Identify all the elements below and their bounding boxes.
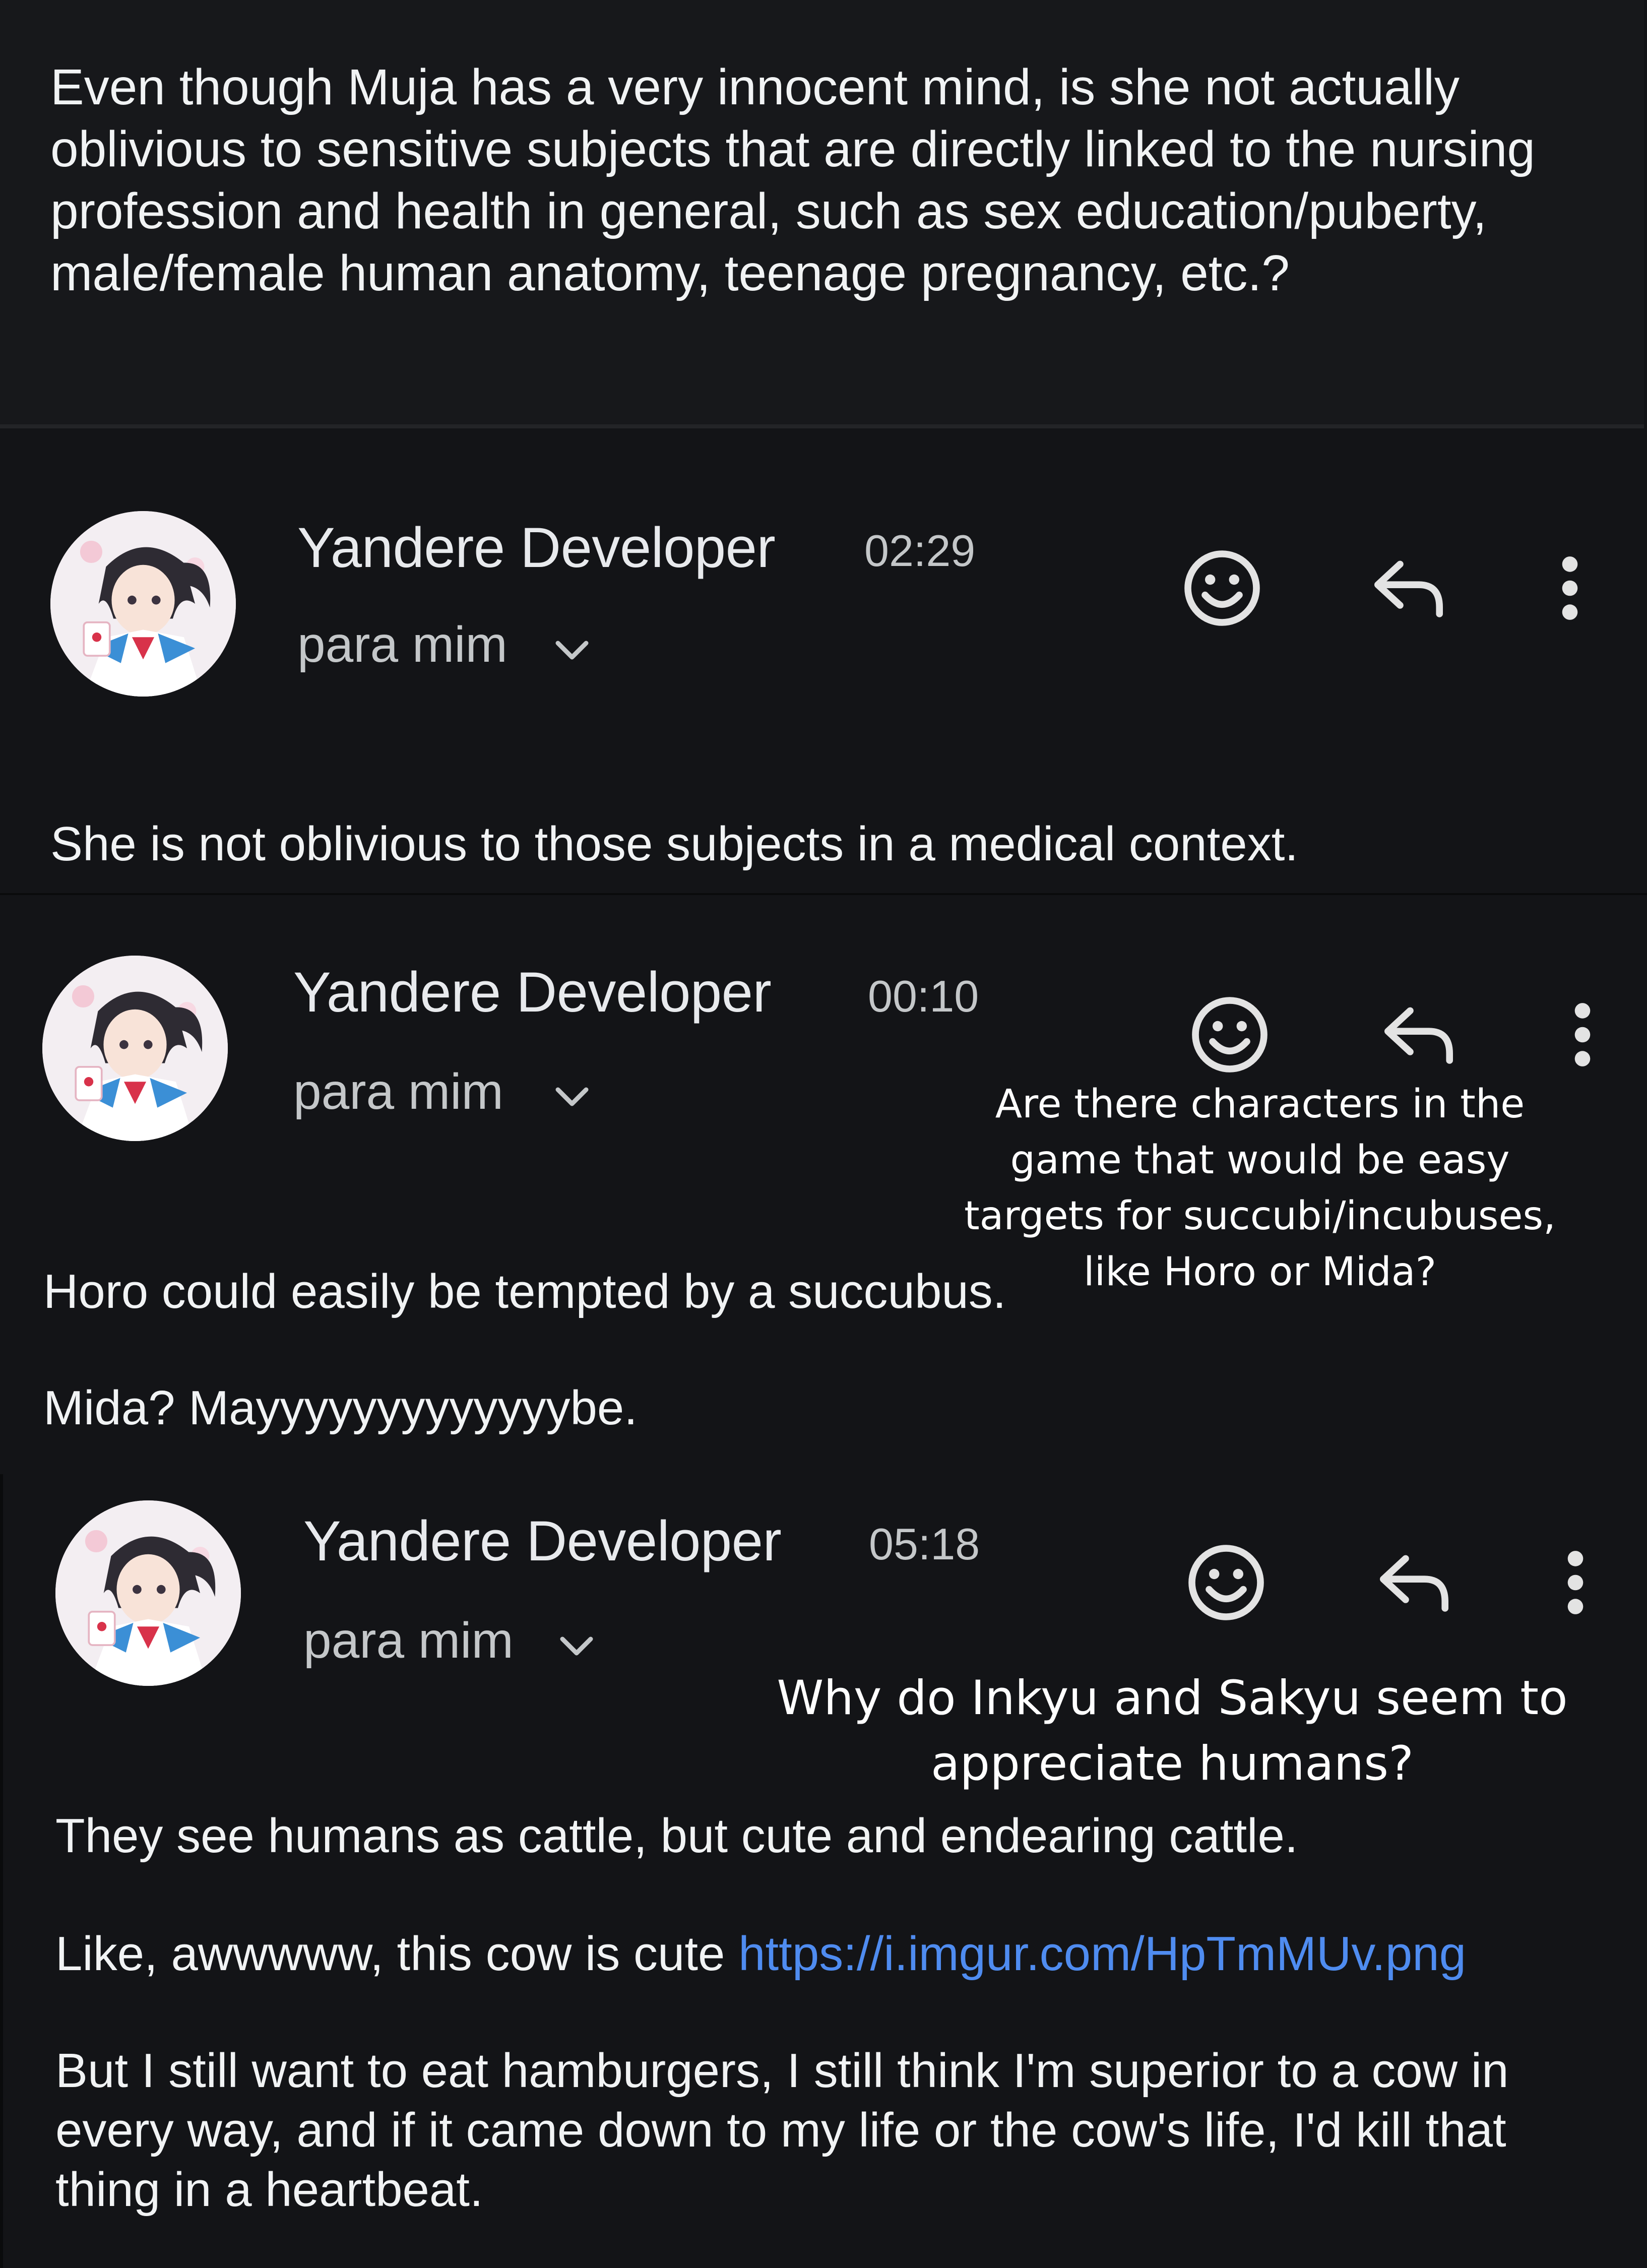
message-body: They see humans as cattle, but cute and … bbox=[55, 1809, 1298, 1863]
chevron-down-icon[interactable] bbox=[552, 1083, 592, 1113]
timestamp: 02:29 bbox=[864, 526, 976, 576]
reply-icon[interactable] bbox=[1366, 545, 1451, 631]
message-body-line: Like, awwwww, this cow is cute https://i… bbox=[55, 1926, 1466, 1982]
email-message-3: Yandere Developer 05:18 para mim Why do … bbox=[0, 1474, 1647, 2268]
question-caption: Are there characters in the game that wo… bbox=[964, 1082, 1556, 1295]
emoji-reaction-icon[interactable] bbox=[1183, 1540, 1269, 1625]
message-body: She is not oblivious to those subjects i… bbox=[50, 817, 1299, 871]
question-caption: Why do Inkyu and Sakyu seem to appreciat… bbox=[777, 1671, 1568, 1791]
question-panel: Even though Muja has a very innocent min… bbox=[0, 0, 1644, 428]
sender-name: Yandere Developer bbox=[293, 961, 772, 1024]
reply-icon[interactable] bbox=[1371, 1540, 1457, 1625]
recipient-label[interactable]: para mim bbox=[297, 616, 508, 674]
more-options-icon[interactable] bbox=[1527, 545, 1613, 631]
message-text: Like, awwwww, this cow is cute bbox=[55, 1927, 725, 1981]
avatar-image bbox=[42, 956, 228, 1141]
image-link[interactable]: https://i.imgur.com/HpTmMUv.png bbox=[738, 1927, 1466, 1981]
recipient-label[interactable]: para mim bbox=[303, 1612, 514, 1670]
question-text: Even though Muja has a very innocent min… bbox=[50, 59, 1535, 301]
email-message-1: Yandere Developer 02:29 para mim She is … bbox=[0, 429, 1644, 893]
avatar[interactable] bbox=[55, 1500, 241, 1686]
more-options-icon[interactable] bbox=[1533, 1540, 1618, 1625]
avatar-image bbox=[55, 1500, 241, 1686]
chevron-down-icon[interactable] bbox=[552, 636, 592, 666]
sender-name: Yandere Developer bbox=[303, 1509, 782, 1572]
emoji-reaction-icon[interactable] bbox=[1187, 992, 1273, 1078]
sender-name: Yandere Developer bbox=[297, 516, 776, 579]
email-message-2: Yandere Developer 00:10 para mim Are the… bbox=[0, 893, 1647, 1476]
timestamp: 00:10 bbox=[868, 971, 979, 1021]
avatar-image bbox=[50, 511, 236, 697]
recipient-label[interactable]: para mim bbox=[293, 1063, 503, 1121]
message-body: But I still want to eat hamburgers, I st… bbox=[55, 2044, 1509, 2217]
avatar[interactable] bbox=[50, 511, 236, 697]
emoji-reaction-icon[interactable] bbox=[1179, 545, 1265, 631]
timestamp: 05:18 bbox=[869, 1519, 980, 1569]
message-body: Horo could easily be tempted by a succub… bbox=[43, 1265, 1006, 1318]
avatar[interactable] bbox=[42, 956, 228, 1141]
more-options-icon[interactable] bbox=[1540, 992, 1625, 1078]
reply-icon[interactable] bbox=[1376, 992, 1462, 1078]
message-body: Mida? Mayyyyyyyyyyyyybe. bbox=[43, 1381, 638, 1435]
chevron-down-icon[interactable] bbox=[556, 1632, 597, 1662]
divider bbox=[0, 424, 1644, 428]
